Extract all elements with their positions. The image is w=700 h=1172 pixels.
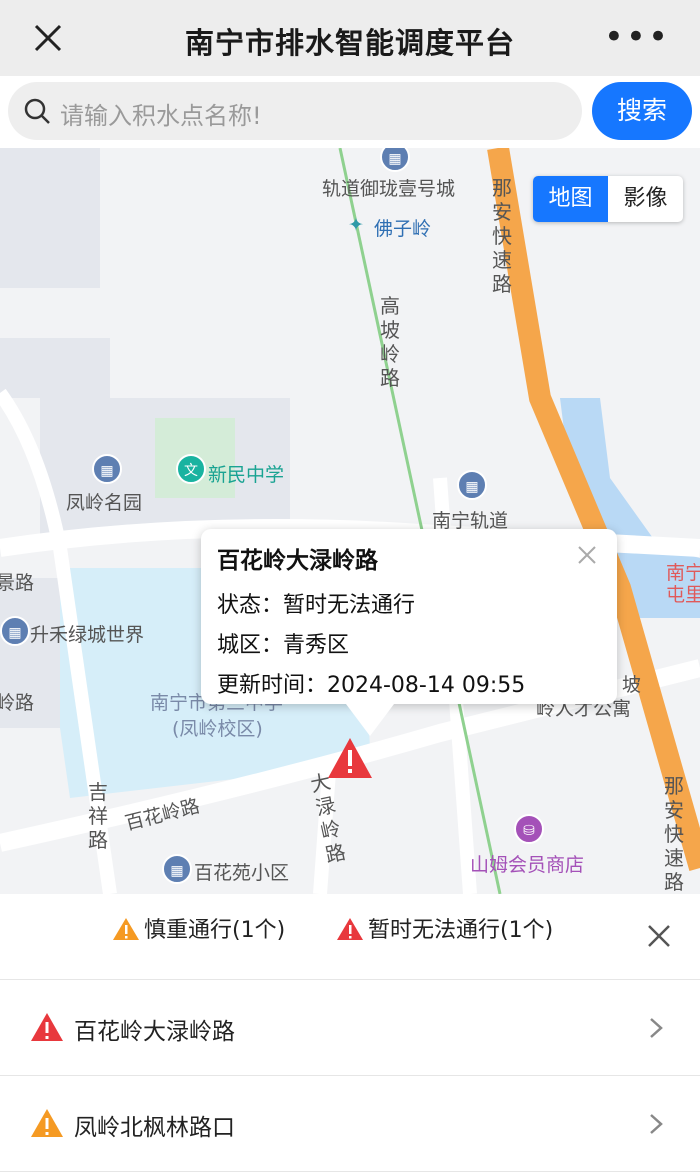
chevron-right-icon <box>650 1018 663 1038</box>
legend-caution[interactable]: 慎重通行(1个) <box>112 912 285 944</box>
popup-status: 状态：暂时无法通行 <box>217 593 416 618</box>
warning-red-icon <box>337 918 363 940</box>
building-icon: ▦ <box>92 454 122 484</box>
map-label: 百花苑小区 <box>194 862 290 884</box>
map-view[interactable]: ▦ 轨道御珑壹号城 佛子岭 ✦ 高坡岭路 那安快速路 ▦ 凤岭名园 文 新民中学… <box>0 148 700 894</box>
legend-blocked[interactable]: 暂时无法通行(1个) <box>336 912 553 944</box>
page-title: 南宁市排水智能调度平台 <box>184 26 515 60</box>
building-icon: ▦ <box>0 616 30 646</box>
warning-orange-icon <box>31 1109 63 1137</box>
popup-updated: 更新时间：2024-08-14 09:55 <box>217 673 526 698</box>
road-label: 吉祥路 <box>88 780 108 852</box>
satellite-mode-button[interactable]: 影像 <box>608 176 683 222</box>
list-item[interactable]: 凤岭北枫林路口 <box>0 1076 700 1172</box>
close-icon[interactable] <box>645 922 673 950</box>
more-menu-icon[interactable]: ••• <box>604 20 670 54</box>
map-label: 山姆会员商店 <box>470 854 585 876</box>
search-input[interactable]: 请输入积水点名称! <box>8 82 582 140</box>
search-button[interactable]: 搜索 <box>592 82 692 140</box>
popup-district: 城区：青秀区 <box>217 633 350 658</box>
road-label: 那安快速路 <box>664 774 684 894</box>
metro-label: 佛子岭 <box>374 218 432 240</box>
road-label: 景路 <box>0 572 35 594</box>
chevron-right-icon <box>650 1114 663 1134</box>
building-icon: ▦ <box>162 854 192 884</box>
building-icon: ▦ <box>457 470 487 500</box>
popup-title: 百花岭大渌岭路 <box>217 548 378 574</box>
popup-pointer <box>346 704 394 736</box>
search-bar: 请输入积水点名称! 搜索 <box>0 76 700 148</box>
map-label: 南宁屯里 <box>666 562 700 606</box>
map-label: 轨道御珑壹号城 <box>322 178 456 200</box>
title-bar: 南宁市排水智能调度平台 ••• <box>0 0 700 76</box>
legend-blocked-label: 暂时无法通行(1个) <box>368 918 554 943</box>
road-label: 那安快速路 <box>492 176 512 296</box>
metro-icon: ✦ <box>348 214 364 236</box>
map-label: (凤岭校区) <box>172 718 263 740</box>
map-mode-button[interactable]: 地图 <box>533 176 608 222</box>
list-item-name: 百花岭大渌岭路 <box>74 1019 235 1045</box>
legend-bar: 慎重通行(1个) 暂时无法通行(1个) <box>0 894 700 980</box>
list-item[interactable]: 百花岭大渌岭路 <box>0 980 700 1076</box>
map-label: 凤岭名园 <box>66 492 143 514</box>
search-icon <box>24 98 50 124</box>
legend-caution-label: 慎重通行(1个) <box>144 918 286 943</box>
map-type-toggle: 地图 影像 <box>533 176 683 222</box>
map-label: 新民中学 <box>208 464 285 486</box>
road-label: 高坡岭路 <box>380 294 400 390</box>
list-item-name: 凤岭北枫林路口 <box>74 1115 235 1141</box>
road-label: 岭路 <box>0 692 35 714</box>
school-icon: 文 <box>176 454 206 484</box>
close-icon[interactable] <box>575 543 599 567</box>
warning-red-icon <box>31 1013 63 1041</box>
map-label: 坡 <box>622 674 642 696</box>
search-placeholder: 请输入积水点名称! <box>60 102 262 130</box>
warning-marker-icon[interactable] <box>326 736 374 780</box>
info-popup: 百花岭大渌岭路 状态：暂时无法通行 城区：青秀区 更新时间：2024-08-14… <box>201 529 617 704</box>
map-label: 升禾绿城世界 <box>30 624 145 646</box>
warning-orange-icon <box>113 918 139 940</box>
shop-icon: ⛁ <box>514 814 544 844</box>
